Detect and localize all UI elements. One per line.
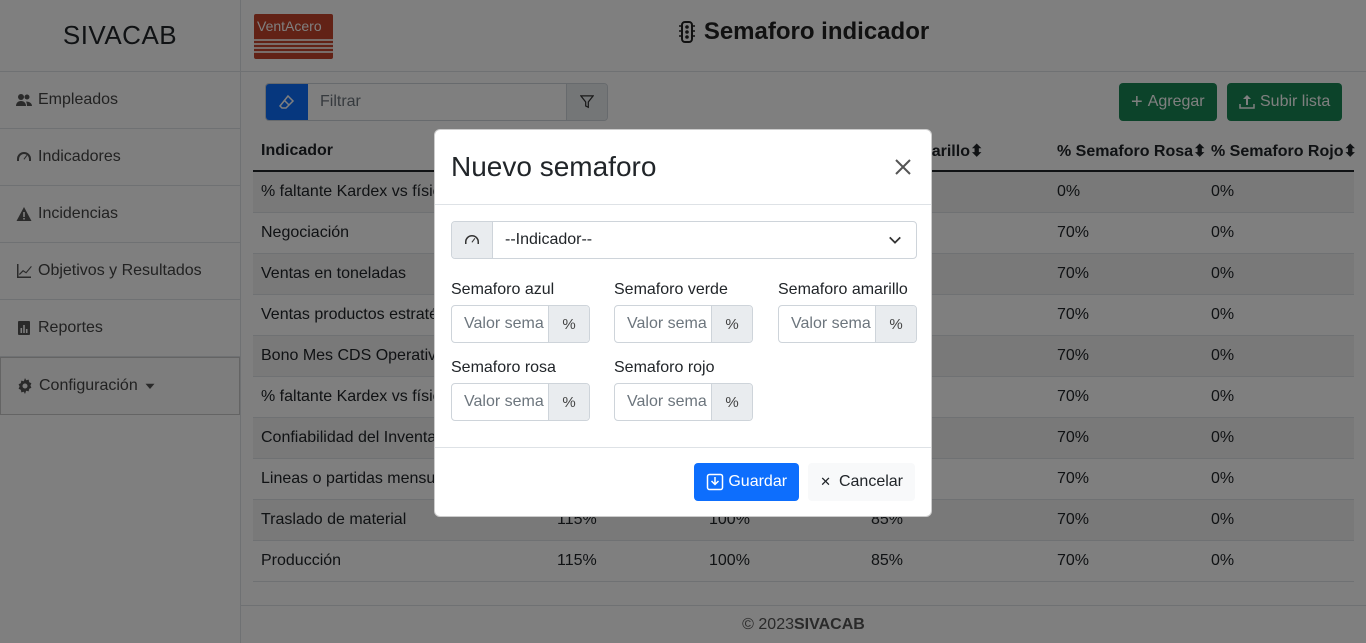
modal-body: --Indicador-- Semaforo azul Valor sema% … (435, 205, 931, 447)
semaforo-amarillo-field: Semaforo amarillo Valor sema% (778, 281, 917, 343)
modal-footer: Guardar ✕ Cancelar (435, 447, 931, 516)
semaforo-rojo-input[interactable]: Valor sema (615, 384, 711, 420)
percent-addon: % (548, 384, 589, 420)
semaforo-rosa-input[interactable]: Valor sema (452, 384, 548, 420)
cancel-button[interactable]: ✕ Cancelar (808, 463, 915, 501)
percent-addon: % (711, 384, 752, 420)
semaforo-verde-field: Semaforo verde Valor sema% (614, 281, 753, 343)
semaforo-azul-input[interactable]: Valor sema (452, 306, 548, 342)
modal-title: Nuevo semaforo (451, 151, 657, 182)
close-icon: ✕ (820, 474, 831, 489)
percent-addon: % (711, 306, 752, 342)
indicador-select-group: --Indicador-- (451, 221, 917, 259)
new-semaforo-modal: Nuevo semaforo --Indicador-- Semaforo az… (434, 129, 932, 517)
save-button[interactable]: Guardar (694, 463, 800, 501)
close-icon[interactable] (891, 155, 915, 179)
semaforo-verde-input[interactable]: Valor sema (615, 306, 711, 342)
semaforo-azul-field: Semaforo azul Valor sema% (451, 281, 590, 343)
modal-header: Nuevo semaforo (435, 130, 931, 205)
indicador-select[interactable]: --Indicador-- (493, 222, 916, 258)
semaforo-rojo-field: Semaforo rojo Valor sema% (614, 359, 753, 421)
download-icon (707, 473, 724, 491)
speedometer-icon (452, 222, 493, 258)
percent-addon: % (875, 306, 916, 342)
semaforo-rosa-field: Semaforo rosa Valor sema% (451, 359, 590, 421)
semaforo-amarillo-input[interactable]: Valor sema (779, 306, 875, 342)
percent-addon: % (548, 306, 589, 342)
chevron-down-icon (889, 236, 901, 244)
